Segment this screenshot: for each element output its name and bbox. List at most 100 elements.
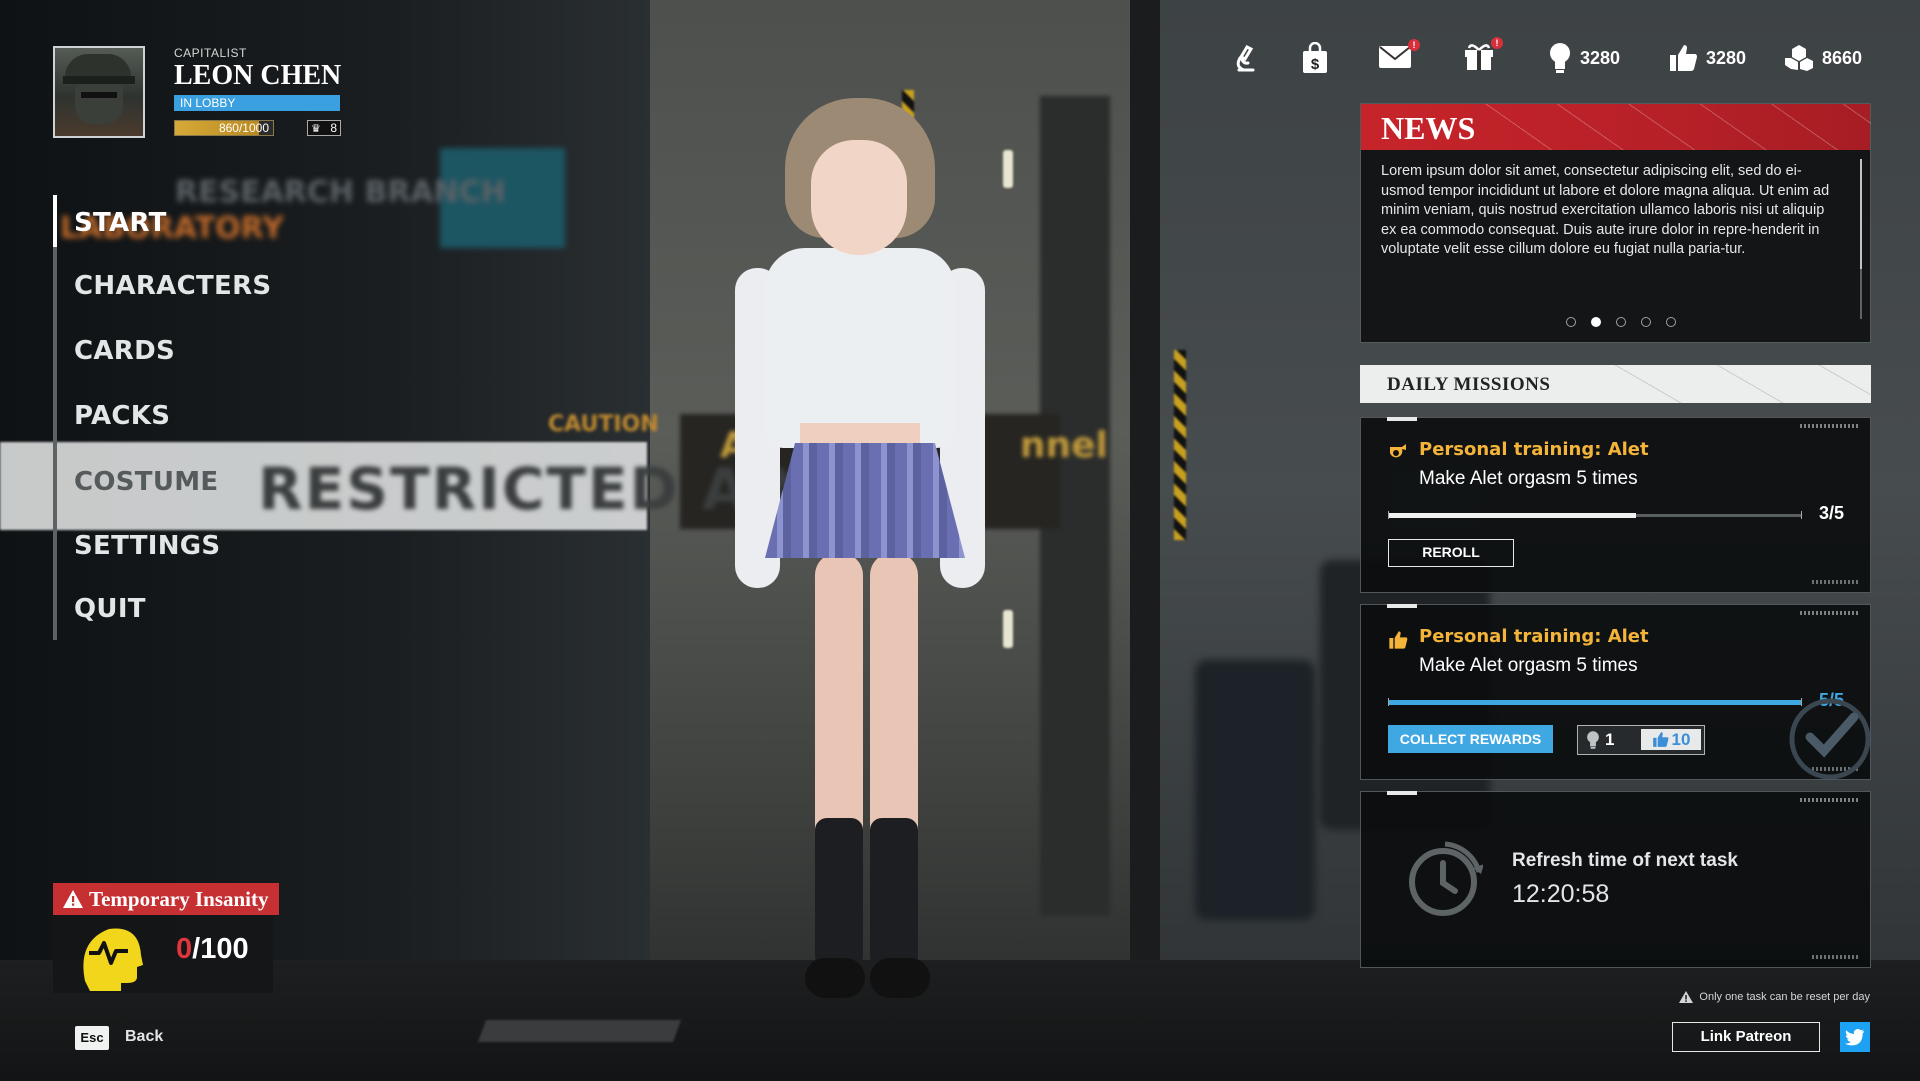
menu-item-settings[interactable]: SETTINGS: [74, 531, 220, 561]
svg-text:$: $: [1311, 56, 1320, 73]
research-icon: [1236, 45, 1255, 72]
refresh-countdown: 12:20:58: [1512, 880, 1610, 908]
lightbulb-icon: [1550, 43, 1570, 73]
insanity-current: 0: [176, 933, 193, 965]
twitter-bird-icon: [1845, 1028, 1865, 1045]
thumbs-up-icon: [1389, 631, 1408, 649]
news-page-dot[interactable]: [1615, 317, 1626, 327]
bulb-count: 3280: [1580, 47, 1621, 68]
mission-progress-text: 3/5: [1819, 503, 1844, 524]
news-title: NEWS: [1381, 110, 1476, 146]
mission-title: Personal training: Alet: [1419, 626, 1649, 647]
gift-alert-badge: !: [1491, 36, 1503, 49]
menu-item-cards[interactable]: CARDS: [74, 336, 175, 366]
refresh-label: Refresh time of next task: [1512, 850, 1738, 871]
crown-icon: ♛: [311, 123, 321, 135]
gift-icon: [1465, 43, 1493, 70]
completed-check-icon: [1789, 698, 1870, 779]
insanity-label: Temporary Insanity: [89, 886, 269, 911]
thumbs-up-icon: [1652, 732, 1668, 747]
menu-active-indicator: [53, 195, 57, 247]
reward-bulbs-value: 1: [1605, 729, 1615, 749]
xp-text: 860/1000: [218, 121, 269, 135]
menu-item-packs[interactable]: PACKS: [74, 401, 170, 431]
twitter-button[interactable]: [1840, 1022, 1870, 1052]
shop-bag-icon: $: [1303, 42, 1327, 73]
lightbulb-icon: [1587, 730, 1599, 749]
esc-key-hint[interactable]: Esc: [75, 1026, 109, 1050]
news-header: NEWS: [1361, 104, 1871, 150]
likes-currency: 3280: [1668, 38, 1746, 78]
refresh-clock-icon: [1409, 841, 1483, 916]
reward-likes: 10: [1641, 729, 1701, 750]
whistle-icon: [1390, 444, 1406, 458]
player-status-badge: IN LOBBY: [174, 95, 340, 111]
bg-tank: [1195, 660, 1315, 920]
bulb-currency: 3280: [1548, 38, 1620, 78]
collect-rewards-button[interactable]: COLLECT REWARDS: [1388, 725, 1553, 753]
menu-item-costume[interactable]: COSTUME: [74, 467, 219, 497]
menu-item-quit[interactable]: QUIT: [74, 594, 146, 624]
reset-note-text: Only one task can be reset per day: [1699, 991, 1870, 1003]
mission-progress-fill: [1389, 513, 1637, 518]
menu-item-characters[interactable]: CHARACTERS: [74, 271, 271, 301]
avatar[interactable]: [53, 46, 145, 138]
mission-progress-fill: [1389, 700, 1801, 705]
bg-hazard-stripe: [1174, 350, 1186, 540]
news-page-dot[interactable]: [1565, 317, 1576, 327]
player-role: CAPITALIST: [174, 46, 247, 60]
lobby-character[interactable]: [725, 98, 1005, 1038]
likes-count: 3280: [1706, 47, 1747, 68]
player-level-badge: ♛ 8: [307, 120, 341, 136]
insanity-value: 0/100: [176, 933, 249, 966]
bg-caution-text: CAUTION: [548, 412, 659, 437]
mission-card: Personal training: Alet Make Alet orgasm…: [1360, 604, 1871, 780]
mail-icon: [1379, 45, 1411, 68]
gems-count: 8660: [1822, 47, 1863, 68]
warning-icon: [63, 890, 83, 908]
mission-progress-bar: [1388, 511, 1802, 519]
mission-reward: 1 10: [1577, 725, 1705, 755]
back-label[interactable]: Back: [125, 1028, 163, 1046]
refresh-timer-card: Refresh time of next task 12:20:58: [1360, 791, 1871, 968]
reset-note: Only one task can be reset per day: [1679, 991, 1870, 1003]
gems-currency: 8660: [1784, 38, 1862, 78]
news-body: Lorem ipsum dolor sit amet, consectetur …: [1381, 163, 1830, 257]
mission-title: Personal training: Alet: [1419, 439, 1649, 460]
news-panel: NEWS Lorem ipsum dolor sit amet, consect…: [1360, 103, 1871, 343]
news-page-dot-active[interactable]: [1590, 317, 1601, 327]
reroll-button[interactable]: REROLL: [1388, 539, 1514, 567]
warning-icon: [1679, 991, 1694, 1003]
insanity-meter: 0/100: [53, 915, 273, 993]
mission-description: Make Alet orgasm 5 times: [1419, 655, 1638, 676]
daily-missions-header: DAILY MISSIONS: [1360, 365, 1871, 403]
gift-button[interactable]: !: [1463, 36, 1503, 78]
news-scrollbar[interactable]: [1860, 159, 1862, 319]
mission-progress-value: 3/5: [1819, 503, 1845, 523]
insanity-max: /100: [192, 933, 249, 965]
player-level: 8: [330, 121, 337, 135]
bg-pillar: [1130, 0, 1160, 1081]
xp-bar: 860/1000: [174, 120, 274, 136]
mission-card: Personal training: Alet Make Alet orgasm…: [1360, 417, 1871, 593]
reward-likes-value: 10: [1671, 729, 1691, 749]
menu-item-start[interactable]: START: [74, 208, 167, 238]
shop-button[interactable]: $: [1300, 38, 1330, 78]
mission-progress-bar: [1388, 698, 1802, 706]
reward-bulbs: 1: [1586, 726, 1614, 753]
mail-button[interactable]: !: [1378, 38, 1420, 78]
news-page-dot[interactable]: [1665, 317, 1676, 327]
research-button[interactable]: [1230, 38, 1260, 78]
main-menu-rail: [53, 195, 57, 640]
bg-floor-plate: [477, 1020, 682, 1042]
head-pulse-icon: [83, 928, 143, 991]
player-name: LEON CHEN: [174, 60, 342, 91]
link-patreon-button[interactable]: Link Patreon: [1672, 1022, 1820, 1052]
cubes-icon: [1785, 45, 1813, 71]
news-page-dot[interactable]: [1640, 317, 1651, 327]
news-pagination: [1361, 317, 1870, 327]
insanity-tag: Temporary Insanity: [53, 883, 279, 915]
mail-alert-badge: !: [1408, 38, 1420, 51]
mission-description: Make Alet orgasm 5 times: [1419, 468, 1638, 489]
daily-missions-title: DAILY MISSIONS: [1387, 374, 1551, 395]
